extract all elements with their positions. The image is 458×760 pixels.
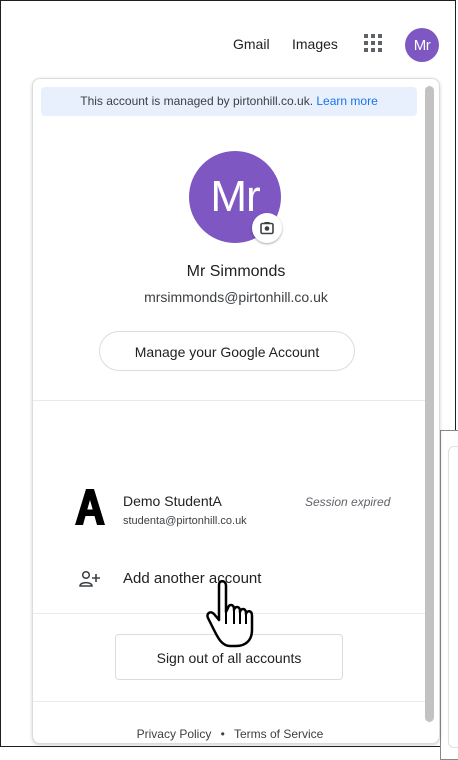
gmail-link[interactable]: Gmail bbox=[233, 36, 270, 52]
other-account-email: studenta@pirtonhill.co.uk bbox=[123, 515, 247, 527]
divider bbox=[33, 400, 427, 401]
terms-of-service-link[interactable]: Terms of Service bbox=[234, 727, 323, 741]
student-account-logo-icon bbox=[75, 489, 105, 525]
apps-grid-icon[interactable] bbox=[363, 33, 383, 53]
panel-scrollbar[interactable] bbox=[425, 86, 434, 722]
top-bar: Gmail Images Mr bbox=[0, 28, 458, 62]
footer-separator: • bbox=[220, 727, 225, 741]
managed-text: This account is managed by pirtonhill.co… bbox=[80, 94, 314, 108]
camera-icon bbox=[260, 222, 274, 235]
learn-more-link[interactable]: Learn more bbox=[316, 94, 377, 108]
session-expired-label: Session expired bbox=[305, 495, 391, 509]
images-link[interactable]: Images bbox=[292, 36, 338, 52]
manage-account-button[interactable]: Manage your Google Account bbox=[99, 331, 355, 371]
hand-pointer-cursor-icon bbox=[206, 579, 254, 648]
add-person-icon bbox=[79, 570, 100, 587]
privacy-policy-link[interactable]: Privacy Policy bbox=[137, 727, 212, 741]
background-window-card bbox=[448, 446, 458, 748]
divider bbox=[33, 701, 427, 702]
managed-account-banner: This account is managed by pirtonhill.co… bbox=[41, 87, 417, 116]
change-photo-button[interactable] bbox=[252, 213, 282, 243]
profile-name: Mr Simmonds bbox=[186, 263, 286, 280]
other-account-name[interactable]: Demo StudentA bbox=[123, 493, 222, 509]
profile-email: mrsimmonds@pirtonhill.co.uk bbox=[144, 289, 328, 305]
footer-links: Privacy Policy • Terms of Service bbox=[33, 727, 427, 741]
account-avatar-button[interactable]: Mr bbox=[405, 28, 439, 62]
